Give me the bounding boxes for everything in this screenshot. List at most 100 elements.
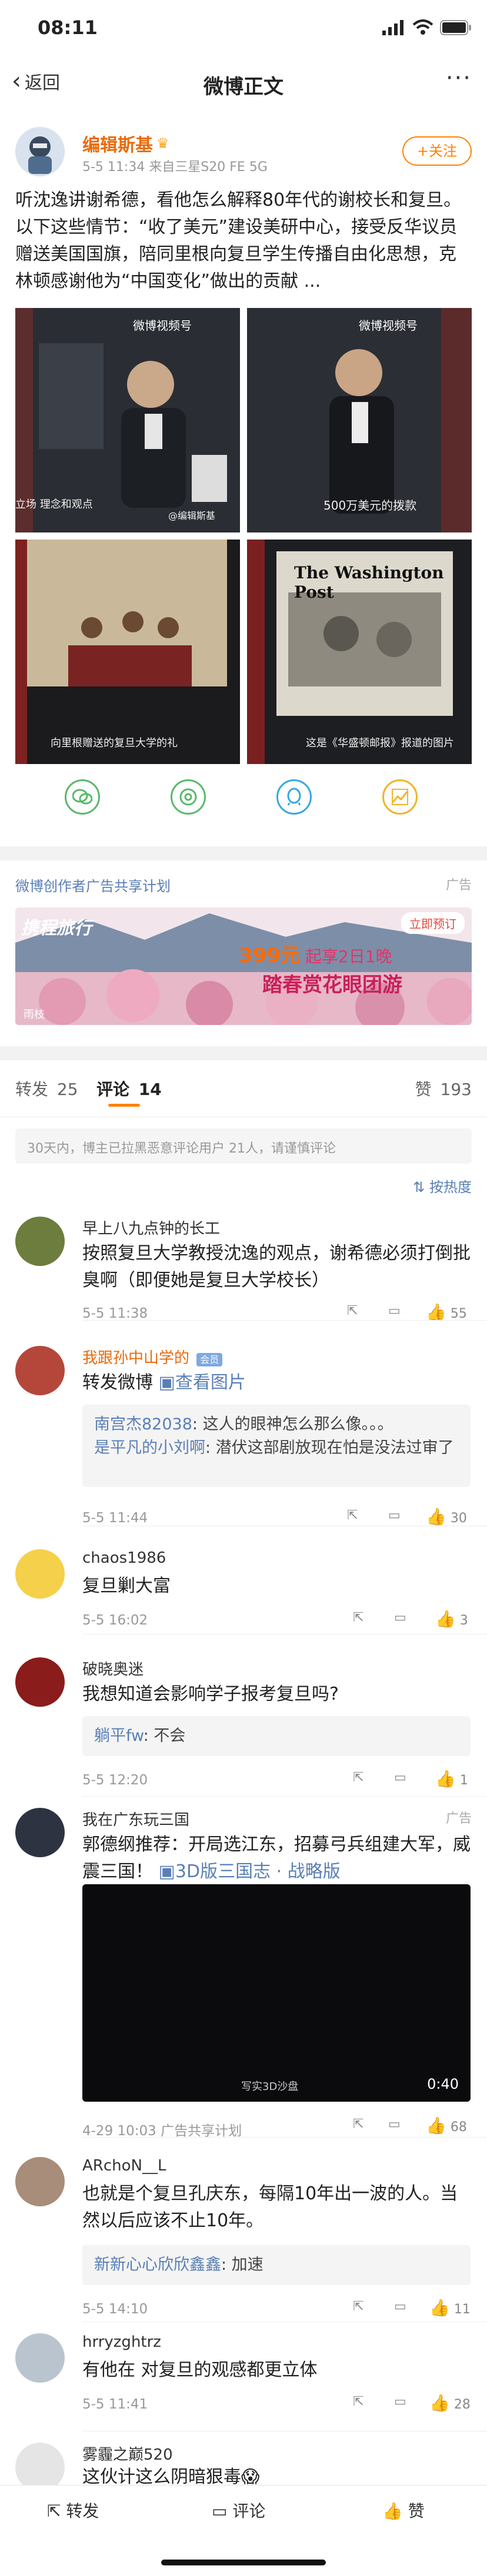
qq-icon[interactable] — [276, 779, 312, 815]
moments-icon[interactable] — [171, 779, 206, 815]
comment-item: 破晓奥迷 我想知道会影响学子报考复旦吗? 躺平fw: 不会 5-5 12:20 … — [0, 1657, 487, 1798]
avatar[interactable] — [15, 1346, 65, 1395]
avatar[interactable] — [15, 1808, 65, 1857]
like-button[interactable]: 👍 55 — [426, 1302, 467, 1322]
follow-button[interactable]: +关注 — [402, 136, 472, 166]
reply-box[interactable]: 躺平fw: 不会 — [82, 1716, 471, 1756]
reply-icon[interactable]: ▭ — [388, 2117, 401, 2132]
reply-user[interactable]: 新新心心欣欣鑫鑫 — [94, 2256, 221, 2274]
reply-icon[interactable]: ▭ — [394, 1770, 406, 1785]
ad-banner[interactable]: 携程旅行 立即预订 399元 起享2日1晚 踏春赏花眼团游 雨枝 — [15, 907, 472, 1025]
share-icon[interactable]: ⇱ — [353, 1770, 363, 1785]
comment-time: 5-5 11:41 — [82, 2397, 148, 2412]
comment-author[interactable]: ARchoN__L — [82, 2157, 166, 2175]
share-icon[interactable]: ⇱ — [353, 2394, 363, 2409]
tab-like-label: 赞 — [415, 1080, 432, 1099]
comment-author[interactable]: chaos1986 — [82, 1549, 166, 1567]
share-icon[interactable]: ⇱ — [353, 2117, 363, 2132]
bottom-repost-label: 转发 — [66, 2501, 99, 2521]
comment-author[interactable]: hrryzghtrz — [82, 2333, 161, 2351]
author-name[interactable]: 编辑斯基 — [82, 130, 153, 156]
vip-badge: 会员 — [196, 1353, 223, 1366]
reply-icon[interactable]: ▭ — [388, 1508, 401, 1523]
comment-time: 5-5 12:20 — [82, 1773, 148, 1788]
reply-item: 新新心心欣欣鑫鑫: 加速 — [94, 2253, 459, 2277]
post-image-2[interactable]: 微博视频号 500万美元的拨款 — [247, 308, 472, 532]
view-image-link[interactable]: ▣查看图片 — [159, 1372, 246, 1393]
comment-text: 转发微博 ▣查看图片 — [82, 1369, 471, 1396]
reply-icon[interactable]: ▭ — [394, 2394, 406, 2409]
like-button[interactable]: 👍 30 — [426, 1507, 467, 1526]
tab-like-count: 193 — [440, 1080, 472, 1099]
like-button[interactable]: 👍 1 — [435, 1769, 468, 1788]
share-icon[interactable]: ⇱ — [347, 1304, 358, 1318]
ad-header[interactable]: 微博创作者广告共享计划 — [15, 875, 171, 895]
sort-button[interactable]: ⇅ 按热度 — [413, 1175, 472, 1196]
reply-text: : 不会 — [143, 1727, 186, 1745]
ad-card[interactable]: 微博创作者广告共享计划 广告 携程旅行 立即预订 399元 起享2日1晚 踏春赏… — [0, 860, 487, 1060]
tab-comment[interactable]: 评论 14 — [96, 1077, 162, 1100]
post-image-3[interactable]: 向里根赠送的复旦大学的礼 — [15, 540, 240, 764]
post-image-1[interactable]: 微博视频号 立场 理念和观点 @编辑斯基 — [15, 308, 240, 532]
reply-item: 躺平fw: 不会 — [94, 1724, 459, 1748]
comment-item: 早上八九点钟的长工 按照复旦大学教授沈逸的观点，谢希德必须打倒批臭啊（即便她是复… — [0, 1217, 487, 1334]
image-caption: 立场 理念和观点 — [15, 498, 93, 511]
comment-time: 5-5 14:10 — [82, 2302, 148, 2317]
avatar[interactable] — [15, 2157, 65, 2206]
bottom-like-label: 赞 — [408, 2501, 425, 2521]
reply-user[interactable]: 南宫杰82038 — [94, 1415, 192, 1433]
ad-brand: 携程旅行 — [21, 918, 92, 939]
reply-box[interactable]: 南宫杰82038: 这人的眼神怎么那么像。。。 是平凡的小刘啊: 潜伏这部剧放现… — [82, 1405, 471, 1487]
game-link[interactable]: ▣3D版三国志 · 战略版 — [159, 1861, 341, 1882]
ad-tag: 广告 — [445, 878, 472, 893]
like-button[interactable]: 👍 3 — [435, 1609, 468, 1629]
avatar[interactable] — [15, 1549, 65, 1599]
image-caption: 向里根赠送的复旦大学的礼 — [51, 737, 178, 749]
comment-author[interactable]: 我在广东玩三国 — [82, 1808, 189, 1830]
ad-video[interactable]: 写实3D沙盘 0:40 — [82, 1884, 471, 2102]
reply-user[interactable]: 躺平fw — [94, 1727, 144, 1745]
like-button[interactable]: 👍 11 — [429, 2298, 471, 2317]
like-button[interactable]: 👍 68 — [426, 2116, 467, 2135]
comment-author[interactable]: 破晓奥迷 — [82, 1657, 144, 1679]
reply-icon[interactable]: ▭ — [394, 1610, 406, 1625]
like-count: 68 — [450, 2120, 467, 2135]
share-icon[interactable]: ⇱ — [353, 1610, 363, 1625]
image-caption: 500万美元的拨款 — [323, 498, 417, 512]
bottom-comment-button[interactable]: ▭ 评论 — [212, 2498, 265, 2522]
author-avatar[interactable] — [15, 127, 65, 176]
thumb-up-icon: 👍 — [435, 1609, 456, 1629]
comment-author[interactable]: 早上八九点钟的长工 — [82, 1217, 220, 1238]
comment-time: 4-29 10:03 广告共享计划 — [82, 2123, 242, 2139]
reply-icon[interactable]: ▭ — [388, 1304, 401, 1318]
avatar[interactable] — [15, 1217, 65, 1266]
reply-icon[interactable]: ▭ — [394, 2299, 406, 2314]
avatar[interactable] — [15, 2333, 65, 2383]
tab-like[interactable]: 赞 193 — [415, 1077, 472, 1100]
tab-repost[interactable]: 转发 25 — [15, 1077, 78, 1100]
reply-user[interactable]: 是平凡的小刘啊 — [94, 1439, 205, 1457]
ad-slogan-1: 起享2日1晚 — [305, 947, 392, 966]
ad-cta[interactable]: 立即预订 — [401, 912, 465, 934]
more-icon[interactable]: ··· — [446, 65, 472, 92]
share-icon[interactable]: ⇱ — [347, 1508, 358, 1523]
reply-box[interactable]: 新新心心欣欣鑫鑫: 加速 — [82, 2245, 471, 2285]
chart-icon[interactable] — [382, 779, 418, 815]
image-icon: ▣ — [158, 1861, 175, 1882]
page-title: 微博正文 — [204, 75, 283, 99]
bottom-like-button[interactable]: 👍 赞 — [382, 2498, 425, 2522]
separator — [0, 1046, 487, 1060]
share-icon[interactable]: ⇱ — [353, 2299, 363, 2314]
reply-item: 是平凡的小刘啊: 潜伏这部剧放现在怕是没法过审了 — [94, 1436, 459, 1460]
like-button[interactable]: 👍 28 — [429, 2393, 471, 2413]
bottom-repost-button[interactable]: ⇱ 转发 — [47, 2498, 99, 2522]
avatar[interactable] — [15, 1657, 65, 1707]
wechat-icon[interactable] — [65, 779, 100, 815]
avatar[interactable] — [15, 2443, 65, 2485]
comment-author[interactable]: 雾霾之巅520 — [82, 2443, 173, 2464]
comment-item: hrryzghtrz 有他在 对复旦的观感都更立体 5-5 11:41 ⇱ ▭ … — [0, 2333, 487, 2427]
like-count: 3 — [459, 1613, 468, 1628]
like-count: 28 — [453, 2397, 471, 2412]
post-image-4[interactable]: The Washington Post 这是《华盛顿邮报》报道的图片 — [247, 540, 472, 764]
comment-author[interactable]: 我跟孙中山学的 会员 — [82, 1346, 223, 1368]
